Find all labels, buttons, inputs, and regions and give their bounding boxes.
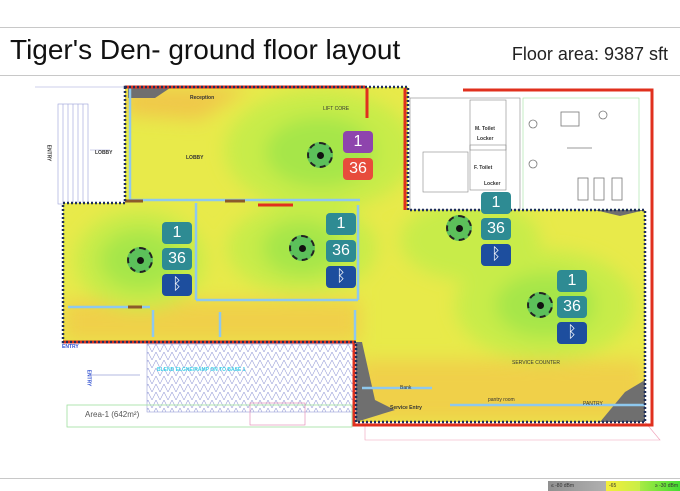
signal-badge: 36 <box>162 248 192 270</box>
legend-mid: -65 <box>606 481 640 491</box>
client-count-badge: 1 <box>481 192 511 214</box>
client-count-badge: 1 <box>557 270 587 292</box>
room-label-reception: Reception <box>190 95 215 101</box>
room-label-entry-top: ENTRY <box>45 144 52 162</box>
client-count-badge: 1 <box>162 222 192 244</box>
room-label-lift-core: LIFT CORE <box>323 106 350 112</box>
signal-legend: ≤ -80 dBm -65 ≥ -30 dBm <box>548 481 680 491</box>
access-point-service[interactable] <box>527 292 553 318</box>
bluetooth-icon: ᛒ <box>326 266 356 288</box>
access-point-center[interactable] <box>289 235 315 261</box>
footer-rule <box>0 478 680 479</box>
room-label-locker-2: Locker <box>484 181 501 187</box>
bluetooth-icon: ᛒ <box>481 244 511 266</box>
bluetooth-icon: ᛒ <box>162 274 192 296</box>
room-label-lobby-outer: LOBBY <box>95 150 113 156</box>
room-label-locker-1: Locker <box>477 136 494 142</box>
room-label-m-toilet: M. Toilet <box>475 126 495 132</box>
room-label-service-entry: Service Entry <box>390 405 422 411</box>
legend-max: ≥ -30 dBm <box>640 481 680 491</box>
room-label-entry-corner: ENTRY <box>62 344 79 350</box>
signal-badge: 36 <box>481 218 511 240</box>
room-label-entry-bottom: ENTRY <box>85 369 92 387</box>
room-label-pantry: PANTRY <box>583 401 603 407</box>
signal-badge: 36 <box>343 158 373 180</box>
room-label-f-toilet: F. Toilet <box>474 165 493 171</box>
gym-toilets <box>409 97 640 211</box>
signal-badge: 36 <box>557 296 587 318</box>
ramp-area <box>146 343 355 413</box>
room-label-service-counter: SERVICE COUNTER <box>512 360 560 366</box>
legend-min: ≤ -80 dBm <box>548 481 606 491</box>
bluetooth-icon: ᛒ <box>557 322 587 344</box>
area-label: Area-1 (642m²) <box>85 410 140 419</box>
access-point-west-wing[interactable] <box>127 247 153 273</box>
client-count-badge: 1 <box>343 131 373 153</box>
access-point-reception[interactable] <box>307 142 333 168</box>
room-label-pantry-room: pantry room <box>488 397 515 403</box>
room-label-lobby-inner: LOBBY <box>186 155 204 161</box>
client-count-badge: 1 <box>326 213 356 235</box>
access-point-east-upper[interactable] <box>446 215 472 241</box>
gym-equipment <box>528 110 623 201</box>
room-label-ramp: BLEND ELGNE/RAMP ON TO BASE 1 <box>157 367 246 373</box>
room-label-bank: Bank <box>400 385 412 391</box>
signal-badge: 36 <box>326 240 356 262</box>
